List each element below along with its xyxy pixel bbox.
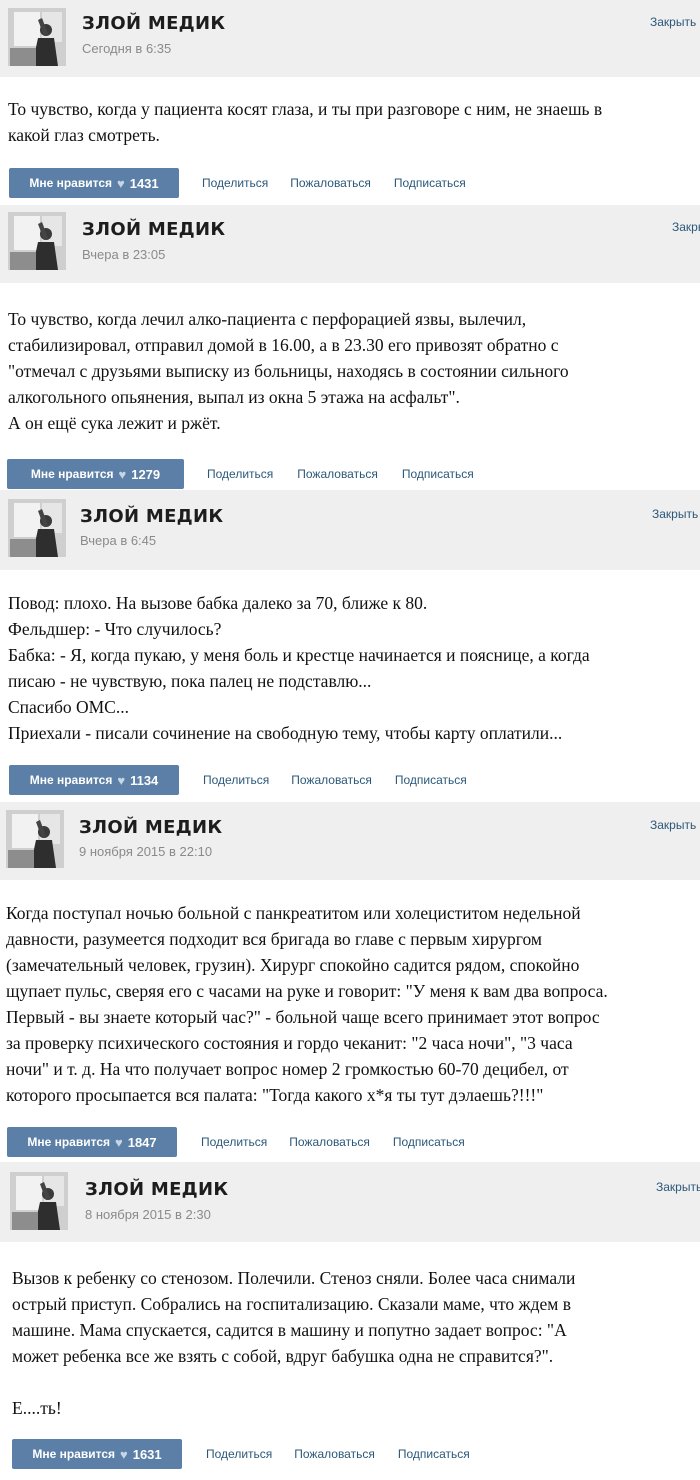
post: ЗЛОЙ МЕДИК Сегодня в 6:35 Закрыть То чув… [0, 0, 700, 205]
post-author[interactable]: ЗЛОЙ МЕДИК [80, 506, 223, 527]
like-count: 1134 [130, 772, 159, 788]
avatar[interactable] [6, 810, 64, 868]
share-link[interactable]: Поделиться [202, 176, 268, 190]
share-link[interactable]: Поделиться [207, 467, 273, 481]
heart-icon: ♥ [120, 1446, 128, 1462]
post-author[interactable]: ЗЛОЙ МЕДИК [82, 13, 225, 34]
post-actions: Мне нравится ♥ 1431 Поделиться Пожаловат… [9, 168, 466, 198]
subscribe-link[interactable]: Подписаться [398, 1447, 470, 1461]
like-label: Мне нравится [30, 467, 114, 481]
close-link[interactable]: Закрыть [652, 507, 698, 521]
like-button[interactable]: Мне нравится ♥ 1431 [9, 168, 179, 198]
like-count: 1847 [127, 1134, 157, 1150]
like-count: 1631 [132, 1446, 162, 1462]
post-date[interactable]: Сегодня в 6:35 [82, 41, 171, 56]
close-link[interactable]: Закрыть [672, 220, 700, 234]
post-header: ЗЛОЙ МЕДИК Сегодня в 6:35 Закрыть [0, 0, 700, 77]
report-link[interactable]: Пожаловаться [297, 467, 378, 481]
heart-icon: ♥ [115, 1134, 123, 1150]
share-link[interactable]: Поделиться [201, 1135, 267, 1149]
report-link[interactable]: Пожаловаться [291, 773, 372, 787]
post: ЗЛОЙ МЕДИК Вчера в 6:45 Закрыть Повод: п… [0, 490, 700, 802]
subscribe-link[interactable]: Подписаться [402, 467, 474, 481]
post-text: То чувство, когда у пациента косят глаза… [8, 99, 603, 145]
post: ЗЛОЙ МЕДИК 9 ноября 2015 в 22:10 Закрыть… [0, 802, 700, 1162]
like-button[interactable]: Мне нравится ♥ 1279 [7, 459, 184, 489]
close-link[interactable]: Закрыть [650, 818, 696, 832]
post-text: Вызов к ребенку со стенозом. Полечили. С… [12, 1268, 576, 1418]
avatar[interactable] [8, 212, 66, 270]
post-header: ЗЛОЙ МЕДИК Вчера в 6:45 Закрыть [0, 490, 700, 570]
like-button[interactable]: Мне нравится ♥ 1631 [12, 1439, 182, 1469]
like-button[interactable]: Мне нравится ♥ 1847 [7, 1127, 177, 1157]
post-date[interactable]: 8 ноября 2015 в 2:30 [85, 1207, 211, 1222]
post-date[interactable]: Вчера в 6:45 [80, 533, 156, 548]
post: ЗЛОЙ МЕДИК Вчера в 23:05 Закрыть То чувс… [0, 205, 700, 490]
share-link[interactable]: Поделиться [203, 773, 269, 787]
report-link[interactable]: Пожаловаться [290, 176, 371, 190]
post-header: ЗЛОЙ МЕДИК 8 ноября 2015 в 2:30 Закрыть [0, 1162, 700, 1242]
avatar[interactable] [8, 8, 66, 66]
post: ЗЛОЙ МЕДИК 8 ноября 2015 в 2:30 Закрыть … [0, 1162, 700, 1480]
like-button[interactable]: Мне нравится ♥ 1134 [9, 765, 179, 795]
post-header: ЗЛОЙ МЕДИК Вчера в 23:05 Закрыть [0, 205, 700, 283]
post-author[interactable]: ЗЛОЙ МЕДИК [82, 219, 225, 240]
post-actions: Мне нравится ♥ 1847 Поделиться Пожаловат… [7, 1127, 465, 1157]
subscribe-link[interactable]: Подписаться [395, 773, 467, 787]
avatar[interactable] [10, 1172, 68, 1230]
report-link[interactable]: Пожаловаться [289, 1135, 370, 1149]
post-date[interactable]: Вчера в 23:05 [82, 247, 165, 262]
post-header: ЗЛОЙ МЕДИК 9 ноября 2015 в 22:10 Закрыть [0, 802, 700, 880]
heart-icon: ♥ [118, 466, 127, 482]
post-author[interactable]: ЗЛОЙ МЕДИК [79, 817, 222, 838]
avatar[interactable] [8, 499, 66, 557]
post-author[interactable]: ЗЛОЙ МЕДИК [85, 1179, 228, 1200]
like-label: Мне нравится [27, 1135, 110, 1149]
subscribe-link[interactable]: Подписаться [394, 176, 466, 190]
like-label: Мне нравится [29, 773, 113, 787]
post-actions: Мне нравится ♥ 1134 Поделиться Пожаловат… [9, 765, 467, 795]
post-text: Когда поступал ночью больной с панкреати… [6, 903, 608, 1105]
heart-icon: ♥ [117, 772, 126, 788]
post-text: Повод: плохо. На вызове бабка далеко за … [8, 593, 590, 743]
like-count: 1279 [131, 466, 161, 482]
report-link[interactable]: Пожаловаться [294, 1447, 375, 1461]
post-actions: Мне нравится ♥ 1631 Поделиться Пожаловат… [12, 1439, 470, 1469]
subscribe-link[interactable]: Подписаться [393, 1135, 465, 1149]
close-link[interactable]: Закрыть [650, 15, 696, 29]
post-date[interactable]: 9 ноября 2015 в 22:10 [79, 844, 212, 859]
like-count: 1431 [129, 175, 159, 191]
post-actions: Мне нравится ♥ 1279 Поделиться Пожаловат… [7, 459, 474, 489]
close-link[interactable]: Закрыть [656, 1180, 700, 1194]
post-text: То чувство, когда лечил алко-пациента с … [8, 309, 569, 433]
like-label: Мне нравится [32, 1447, 115, 1461]
share-link[interactable]: Поделиться [206, 1447, 272, 1461]
heart-icon: ♥ [117, 175, 125, 191]
like-label: Мне нравится [29, 176, 112, 190]
